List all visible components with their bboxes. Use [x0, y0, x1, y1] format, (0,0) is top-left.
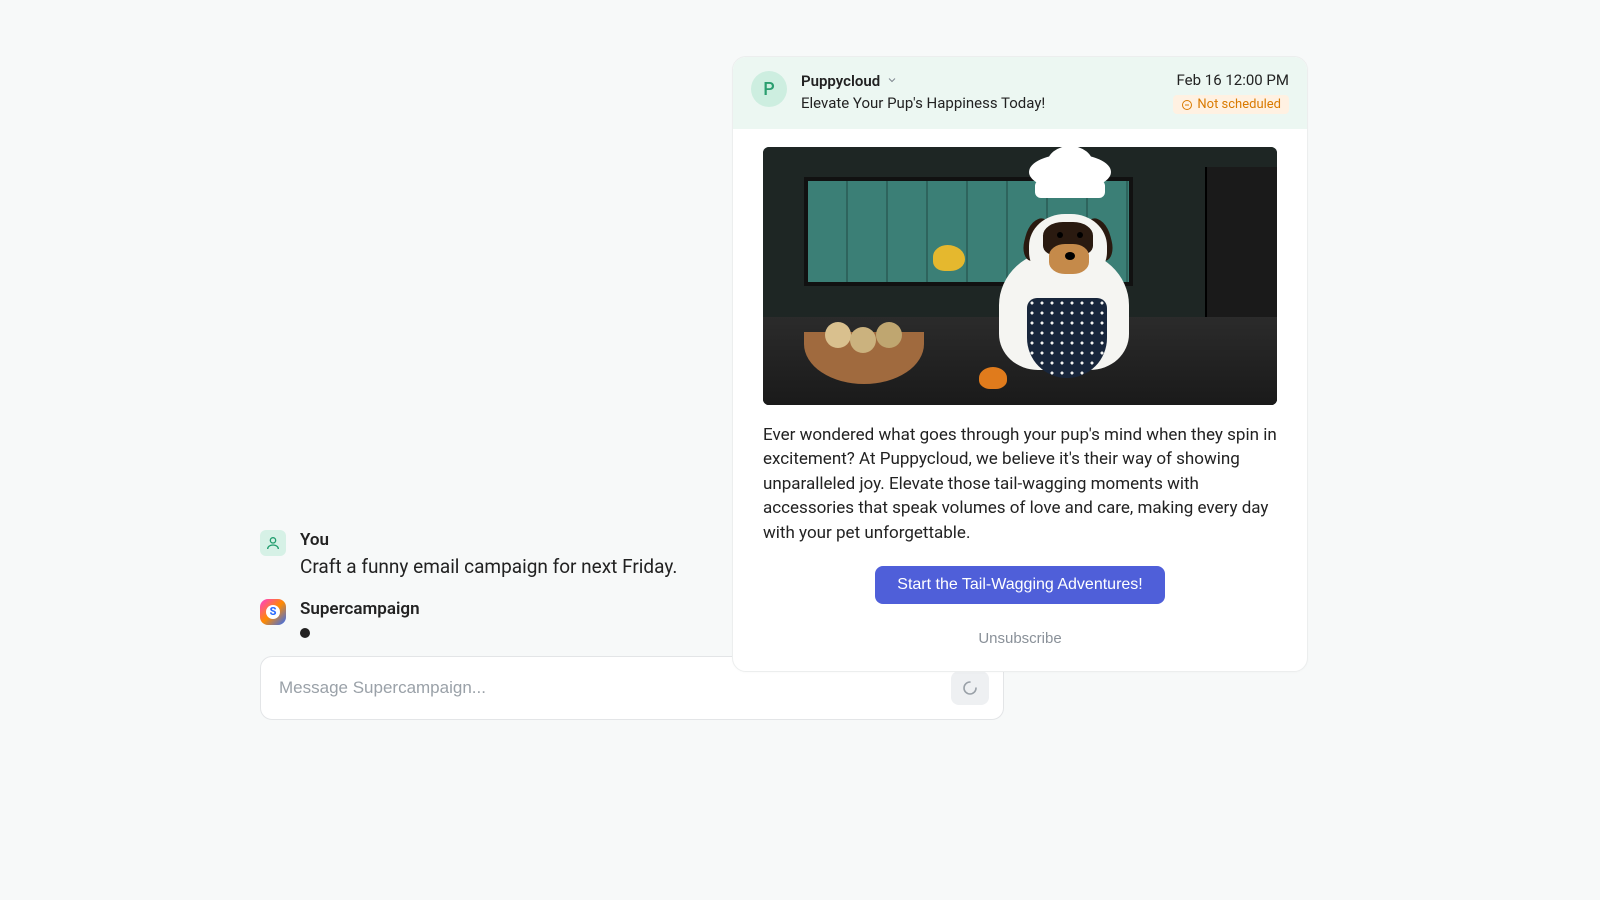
send-button[interactable]: [951, 671, 989, 705]
brand-name-label: Puppycloud: [801, 72, 880, 90]
email-subject: Elevate Your Pup's Happiness Today!: [801, 94, 1159, 112]
email-cta-button[interactable]: Start the Tail-Wagging Adventures!: [875, 566, 1164, 604]
schedule-status-text: Not scheduled: [1197, 97, 1281, 112]
brand-avatar: P: [751, 71, 787, 107]
email-body-copy: Ever wondered what goes through your pup…: [763, 423, 1277, 546]
email-preview-card: P Puppycloud Elevate Your Pup's Happines…: [732, 56, 1308, 672]
email-hero-image: [763, 147, 1277, 405]
person-icon: [265, 535, 281, 551]
unsubscribe-link[interactable]: Unsubscribe: [978, 630, 1061, 647]
chevron-down-icon: [886, 71, 898, 90]
typing-indicator-icon: [300, 628, 310, 638]
minus-circle-icon: [1181, 99, 1193, 111]
message-input[interactable]: [279, 678, 939, 698]
loading-spinner-icon: [962, 680, 978, 696]
assistant-logo-icon: S: [266, 605, 280, 619]
brand-selector[interactable]: Puppycloud: [801, 71, 1159, 90]
user-avatar-icon: [260, 530, 286, 556]
assistant-avatar-icon: S: [260, 599, 286, 625]
schedule-timestamp: Feb 16 12:00 PM: [1173, 71, 1289, 89]
schedule-status-badge: Not scheduled: [1173, 95, 1289, 114]
email-preview-header: P Puppycloud Elevate Your Pup's Happines…: [733, 57, 1307, 129]
